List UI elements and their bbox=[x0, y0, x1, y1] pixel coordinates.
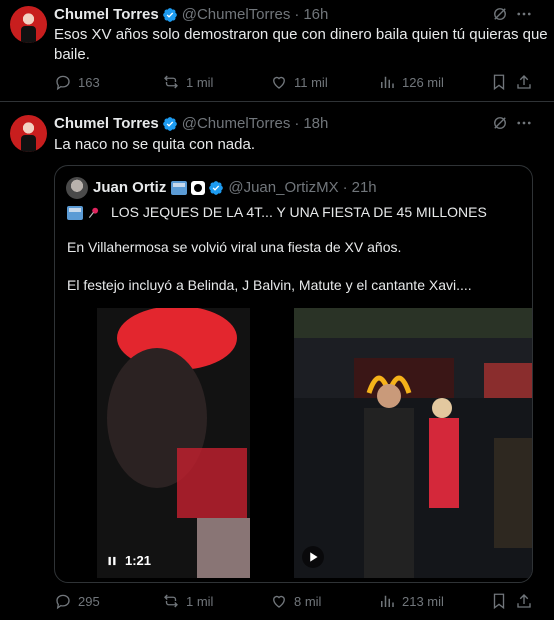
play-button[interactable] bbox=[302, 546, 324, 568]
separator: · bbox=[294, 115, 300, 132]
bookmark-icon[interactable] bbox=[490, 73, 508, 91]
video-thumbnail[interactable]: 1:21 bbox=[97, 308, 250, 578]
like-icon bbox=[273, 595, 285, 608]
quote-text-line: En Villahermosa se volvió viral una fies… bbox=[67, 239, 402, 255]
bookmark-icon[interactable] bbox=[490, 592, 508, 610]
more-icon[interactable] bbox=[515, 114, 533, 132]
ballot-box-emoji-icon bbox=[171, 180, 188, 195]
views-button[interactable]: 126 mil bbox=[378, 73, 444, 91]
tweet-actions: 295 1 mil 8 mil 213 mil bbox=[54, 592, 540, 612]
like-count: 8 mil bbox=[294, 593, 322, 609]
tweet-text: Esos XV años solo demostraron que con di… bbox=[54, 25, 548, 65]
grok-icon[interactable] bbox=[491, 114, 509, 132]
tweet[interactable]: Chumel Torres @ChumelTorres · 16h Esos X… bbox=[0, 0, 554, 102]
author-name[interactable]: Chumel Torres bbox=[54, 6, 159, 23]
verified-badge-icon bbox=[209, 180, 224, 195]
tweet-text: La naco no se quita con nada. bbox=[54, 135, 255, 155]
reply-count: 295 bbox=[78, 593, 100, 609]
tweet-text-line: Esos XV años solo demostraron que con di… bbox=[54, 26, 548, 43]
video-duration: 1:21 bbox=[125, 553, 152, 568]
video-frame-image bbox=[97, 308, 250, 578]
repost-count: 1 mil bbox=[186, 74, 214, 90]
separator: · bbox=[342, 179, 348, 196]
grok-icon[interactable] bbox=[491, 5, 509, 23]
view-count: 213 mil bbox=[402, 593, 444, 609]
author-handle[interactable]: @ChumelTorres bbox=[182, 6, 291, 23]
reply-icon bbox=[56, 594, 70, 610]
quote-header: Juan Ortiz @Juan_OrtizMX · 21h bbox=[93, 179, 377, 196]
timestamp[interactable]: 18h bbox=[303, 115, 328, 132]
timestamp[interactable]: 16h bbox=[303, 6, 328, 23]
quote-headline-row: LOS JEQUES DE LA 4T... Y UNA FIESTA DE 4… bbox=[67, 203, 487, 222]
repost-count: 1 mil bbox=[186, 593, 214, 609]
like-count: 11 mil bbox=[294, 74, 328, 90]
reply-button[interactable]: 295 bbox=[54, 592, 100, 610]
repost-icon bbox=[164, 75, 178, 89]
share-icon[interactable] bbox=[515, 73, 533, 91]
avatar[interactable] bbox=[10, 115, 47, 152]
like-button[interactable]: 8 mil bbox=[270, 592, 321, 610]
verified-badge-icon bbox=[162, 7, 177, 22]
author-handle[interactable]: @ChumelTorres bbox=[182, 115, 291, 132]
more-icon[interactable] bbox=[515, 5, 533, 23]
view-count: 126 mil bbox=[402, 74, 444, 90]
quote-text-line: El festejo incluyó a Belinda, J Balvin, … bbox=[67, 277, 472, 293]
pause-icon[interactable] bbox=[105, 554, 119, 568]
separator: · bbox=[294, 6, 300, 23]
ballot-box-emoji-icon bbox=[67, 205, 83, 220]
pushpin-emoji-icon bbox=[88, 207, 99, 218]
repost-icon bbox=[164, 594, 178, 608]
quoted-tweet[interactable]: Juan Ortiz @Juan_OrtizMX · 21h LOS JEQUE… bbox=[54, 165, 533, 583]
views-icon bbox=[381, 76, 394, 88]
repost-button[interactable]: 1 mil bbox=[162, 73, 213, 91]
tweet-header: Chumel Torres @ChumelTorres · 16h bbox=[54, 6, 328, 23]
tweet[interactable]: Chumel Torres @ChumelTorres · 18h La nac… bbox=[0, 103, 554, 620]
share-icon[interactable] bbox=[515, 592, 533, 610]
quote-timestamp[interactable]: 21h bbox=[352, 179, 377, 196]
eye-emoji-icon bbox=[191, 180, 206, 195]
avatar[interactable] bbox=[10, 6, 47, 43]
reply-icon bbox=[56, 75, 70, 91]
tweet-header: Chumel Torres @ChumelTorres · 18h bbox=[54, 115, 328, 132]
quote-avatar[interactable] bbox=[66, 177, 88, 199]
video-thumbnail[interactable] bbox=[294, 308, 532, 578]
quote-author-name[interactable]: Juan Ortiz bbox=[93, 179, 166, 196]
quote-author-handle[interactable]: @Juan_OrtizMX bbox=[228, 179, 338, 196]
reply-button[interactable]: 163 bbox=[54, 73, 100, 91]
video-controls[interactable]: 1:21 bbox=[105, 553, 151, 568]
like-button[interactable]: 11 mil bbox=[270, 73, 328, 91]
repost-button[interactable]: 1 mil bbox=[162, 592, 213, 610]
tweet-actions: 163 1 mil 11 mil 126 mil bbox=[54, 73, 540, 93]
views-icon bbox=[381, 595, 394, 607]
views-button[interactable]: 213 mil bbox=[378, 592, 444, 610]
author-name[interactable]: Chumel Torres bbox=[54, 115, 159, 132]
verified-badge-icon bbox=[162, 116, 177, 131]
tweet-text-line: baile. bbox=[54, 46, 90, 63]
like-icon bbox=[273, 76, 285, 89]
tweet-text-line: La naco no se quita con nada. bbox=[54, 136, 255, 153]
quote-headline: LOS JEQUES DE LA 4T... Y UNA FIESTA DE 4… bbox=[111, 204, 487, 220]
reply-count: 163 bbox=[78, 74, 100, 90]
party-scene-image bbox=[294, 308, 532, 578]
play-icon bbox=[310, 552, 318, 562]
